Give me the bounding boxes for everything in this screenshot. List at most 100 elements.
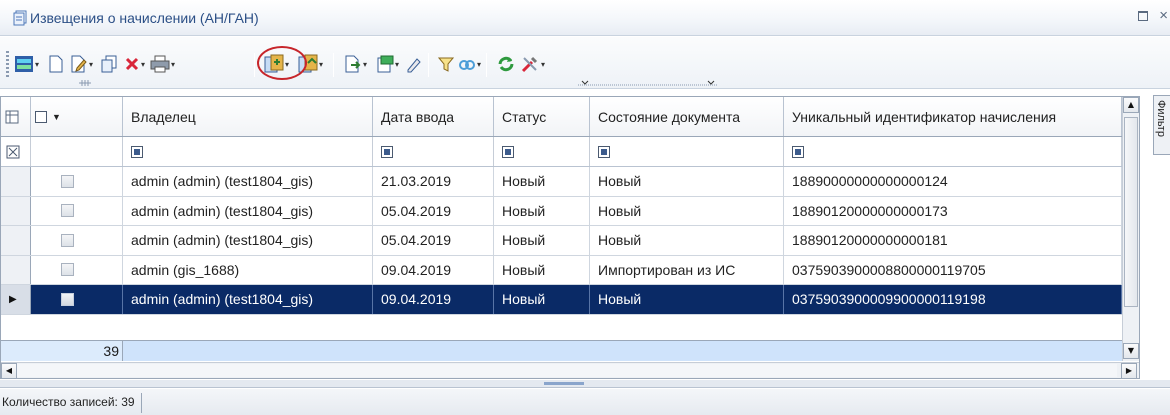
- cell-uin[interactable]: 18890120000000000173: [784, 196, 1122, 225]
- cell-state[interactable]: Новый: [590, 167, 784, 196]
- row-checkbox[interactable]: [61, 263, 74, 277]
- send-icon[interactable]: ▾: [344, 52, 367, 76]
- status-bar: Количество записей: 39: [0, 389, 1170, 415]
- scroll-down-icon[interactable]: ▼: [1123, 343, 1139, 359]
- grid-rows: admin (admin) (test1804_gis) 21.03.2019 Но…: [1, 167, 1122, 315]
- cell-date[interactable]: 05.04.2019: [373, 226, 494, 255]
- row-indicator[interactable]: [1, 226, 31, 255]
- cell-date[interactable]: 21.03.2019: [373, 167, 494, 196]
- table-row[interactable]: admin (admin) (test1804_gis) 05.04.2019 Но…: [1, 196, 1122, 226]
- row-checkbox[interactable]: [61, 292, 74, 306]
- row-indicator[interactable]: ▶: [1, 285, 31, 314]
- row-checkbox-cell: [31, 226, 123, 255]
- scroll-right-icon[interactable]: ▶: [1121, 363, 1137, 379]
- filter-date[interactable]: [373, 137, 494, 166]
- chevron-down-icon[interactable]: ▼: [52, 112, 61, 122]
- cell-date[interactable]: 09.04.2019: [373, 285, 494, 314]
- cell-status[interactable]: Новый: [494, 167, 590, 196]
- filter-state[interactable]: [590, 137, 784, 166]
- cell-owner[interactable]: admin (gis_1688): [123, 255, 373, 284]
- cell-state[interactable]: Новый: [590, 196, 784, 225]
- column-header-status[interactable]: Статус: [494, 97, 590, 136]
- status-icon[interactable]: ▾: [376, 52, 399, 76]
- table-row[interactable]: ▶ admin (admin) (test1804_gis) 09.04.2019 Н…: [1, 285, 1122, 315]
- delete-icon[interactable]: ▾: [124, 52, 145, 76]
- toolbar: ▾ ▾ ▾ ▾ ▾ ▾ ▾ ▾ ▾ ▾: [0, 37, 1170, 89]
- row-checkbox[interactable]: [61, 174, 74, 188]
- table-row[interactable]: admin (gis_1688) 09.04.2019 Новый Импортиро…: [1, 255, 1122, 285]
- cell-status[interactable]: Новый: [494, 226, 590, 255]
- filter-side-tab[interactable]: Фильтр: [1153, 95, 1170, 155]
- cell-uin[interactable]: 18890120000000000181: [784, 226, 1122, 255]
- row-checkbox-cell: [31, 285, 123, 314]
- table-row[interactable]: admin (admin) (test1804_gis) 21.03.2019 Но…: [1, 167, 1122, 197]
- refresh-fmp-icon[interactable]: ▾: [14, 52, 39, 76]
- cell-status[interactable]: Новый: [494, 255, 590, 284]
- horizontal-scrollbar[interactable]: ◀ ▶: [1, 362, 1139, 379]
- close-icon[interactable]: ×: [1159, 7, 1168, 24]
- column-chooser-icon[interactable]: [1, 97, 31, 136]
- toolbar-separator: [254, 53, 255, 77]
- restore-icon[interactable]: [1138, 11, 1148, 21]
- horizontal-scroll-thumb[interactable]: [17, 364, 1117, 377]
- cell-owner[interactable]: admin (admin) (test1804_gis): [123, 226, 373, 255]
- toolbar-overflow-indicator: [578, 80, 718, 86]
- cell-uin[interactable]: 0375903900009900000119198: [784, 285, 1122, 314]
- select-all-checkbox[interactable]: ▼: [31, 97, 123, 136]
- filter-cell-check: [31, 137, 123, 166]
- toolbar-grip[interactable]: [6, 51, 9, 79]
- cell-owner[interactable]: admin (admin) (test1804_gis): [123, 196, 373, 225]
- sign-icon[interactable]: [406, 52, 422, 76]
- column-header-owner[interactable]: Владелец: [123, 97, 373, 136]
- cell-uin[interactable]: 0375903900008800000119705: [784, 255, 1122, 284]
- filter-side-tab-label: Фильтр: [1155, 100, 1167, 137]
- row-indicator[interactable]: [1, 196, 31, 225]
- grid-filter-row: [1, 137, 1122, 167]
- record-count-label: Количество записей: 39: [0, 393, 142, 413]
- cell-date[interactable]: 05.04.2019: [373, 196, 494, 225]
- link-icon[interactable]: ▾: [458, 52, 481, 76]
- filter-uin[interactable]: [784, 137, 1122, 166]
- cell-state[interactable]: Новый: [590, 285, 784, 314]
- filter-status[interactable]: [494, 137, 590, 166]
- edit-document-icon[interactable]: ▾: [70, 52, 93, 76]
- cell-status[interactable]: Новый: [494, 196, 590, 225]
- new-document-icon[interactable]: [48, 52, 64, 76]
- row-indicator[interactable]: [1, 255, 31, 284]
- column-header-uin[interactable]: Уникальный идентификатор начисления: [784, 97, 1122, 136]
- column-header-date[interactable]: Дата ввода: [373, 97, 494, 136]
- cell-owner[interactable]: admin (admin) (test1804_gis): [123, 167, 373, 196]
- cell-date[interactable]: 09.04.2019: [373, 255, 494, 284]
- window-title-bar: Извещения о начислении (АН/ГАН) ×: [0, 0, 1170, 36]
- toolbar-separator: [333, 53, 334, 77]
- cell-state[interactable]: Новый: [590, 226, 784, 255]
- print-icon[interactable]: ▾: [150, 52, 175, 76]
- cell-uin[interactable]: 18890000000000000124: [784, 167, 1122, 196]
- tools-icon[interactable]: ▾: [520, 52, 545, 76]
- cell-state[interactable]: Импортирован из ИС: [590, 255, 784, 284]
- row-indicator[interactable]: [1, 167, 31, 196]
- cell-owner[interactable]: admin (admin) (test1804_gis): [123, 285, 373, 314]
- document-icon: [13, 10, 27, 26]
- scroll-up-icon[interactable]: ▲: [1123, 97, 1139, 113]
- grid-header-row: ▼ Владелец Дата ввода Статус Состояние д…: [1, 97, 1122, 137]
- row-checkbox-cell: [31, 167, 123, 196]
- row-checkbox[interactable]: [61, 204, 74, 218]
- vertical-scroll-thumb[interactable]: [1124, 117, 1138, 307]
- clear-filter-icon[interactable]: [1, 137, 31, 166]
- column-header-state[interactable]: Состояние документа: [590, 97, 784, 136]
- window-title: Извещения о начислении (АН/ГАН): [30, 10, 259, 26]
- row-checkbox-cell: [31, 196, 123, 225]
- total-count: 39: [1, 341, 123, 361]
- vertical-scrollbar[interactable]: ▲ ▼: [1122, 97, 1139, 361]
- row-checkbox[interactable]: [61, 233, 74, 247]
- table-row[interactable]: admin (admin) (test1804_gis) 05.04.2019 Но…: [1, 226, 1122, 256]
- current-row-icon: ▶: [9, 294, 17, 305]
- refresh-icon[interactable]: [496, 52, 516, 76]
- copy-document-icon[interactable]: [100, 52, 118, 76]
- filter-icon[interactable]: [438, 52, 454, 76]
- scroll-left-icon[interactable]: ◀: [1, 363, 17, 379]
- panel-splitter[interactable]: [0, 380, 1170, 388]
- filter-owner[interactable]: [123, 137, 373, 166]
- cell-status[interactable]: Новый: [494, 285, 590, 314]
